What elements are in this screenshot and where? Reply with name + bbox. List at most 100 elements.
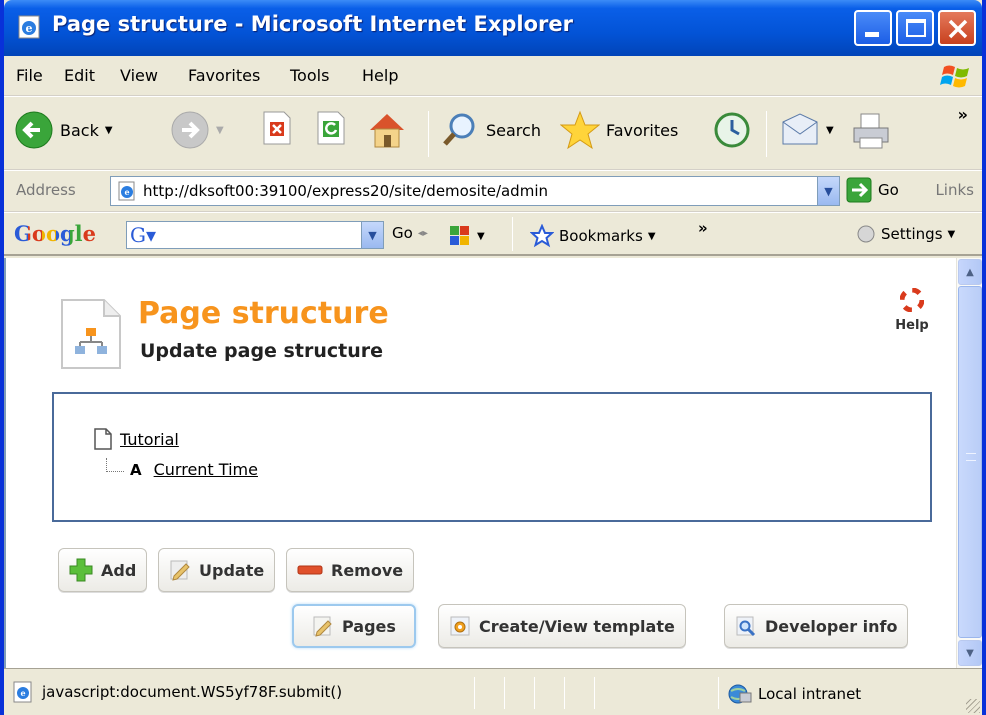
stop-button[interactable] bbox=[260, 110, 294, 146]
menu-edit[interactable]: Edit bbox=[64, 66, 95, 85]
search-button[interactable]: Search bbox=[440, 110, 541, 150]
scroll-down-button[interactable]: ▼ bbox=[958, 640, 982, 666]
resize-grip[interactable] bbox=[966, 699, 980, 713]
close-icon bbox=[948, 19, 968, 39]
page-viewport: Page structure Update page structure Hel… bbox=[4, 258, 982, 668]
tree-connector bbox=[106, 458, 124, 472]
developer-label: Developer info bbox=[765, 616, 898, 636]
status-bar: e javascript:document.WS5yf78F.submit() … bbox=[4, 668, 982, 715]
menu-file[interactable]: File bbox=[16, 66, 43, 85]
chevron-down-icon: ▼ bbox=[947, 228, 956, 240]
window-title: Page structure - Microsoft Internet Expl… bbox=[52, 12, 573, 36]
help-button[interactable]: Help bbox=[890, 287, 934, 333]
chevron-down-icon[interactable]: ▼ bbox=[826, 125, 834, 136]
bookmarks-button[interactable]: Bookmarks ▼ bbox=[530, 224, 656, 248]
help-label: Help bbox=[895, 318, 929, 333]
template-label: Create/View template bbox=[479, 616, 675, 636]
refresh-icon bbox=[317, 111, 345, 145]
page-title: Page structure bbox=[138, 296, 389, 331]
pencil-page-icon bbox=[313, 616, 332, 637]
title-bar[interactable]: e Page structure - Microsoft Internet Ex… bbox=[4, 0, 982, 56]
svg-text:e: e bbox=[26, 22, 33, 35]
history-icon bbox=[714, 112, 750, 148]
back-arrow-icon bbox=[15, 111, 53, 149]
settings-button[interactable]: Settings ▼ bbox=[856, 224, 955, 244]
history-button[interactable] bbox=[712, 110, 752, 150]
page-subtitle: Update page structure bbox=[140, 340, 383, 362]
add-button[interactable]: Add bbox=[58, 548, 148, 592]
remove-label: Remove bbox=[331, 560, 404, 580]
refresh-button[interactable] bbox=[314, 110, 348, 146]
google-dropdown-button[interactable]: ▼ bbox=[361, 222, 383, 248]
settings-label: Settings bbox=[881, 225, 943, 243]
chevron-down-icon[interactable]: ▼ bbox=[216, 125, 224, 136]
maximize-icon bbox=[906, 19, 926, 37]
minimize-icon bbox=[865, 32, 879, 37]
plus-icon bbox=[69, 558, 93, 582]
google-search-input[interactable]: G▾ ▼ bbox=[126, 221, 384, 249]
search-label: Search bbox=[486, 120, 541, 140]
menu-help[interactable]: Help bbox=[362, 66, 398, 85]
address-label: Address bbox=[16, 181, 76, 199]
tree-node-root-link[interactable]: Tutorial bbox=[120, 430, 179, 449]
google-go-button[interactable]: Go ◂▸ bbox=[392, 224, 428, 242]
address-url: http://dksoft00:39100/express20/site/dem… bbox=[143, 182, 548, 200]
back-label: Back bbox=[60, 120, 99, 140]
menu-view[interactable]: View bbox=[120, 66, 158, 85]
scroll-up-button[interactable]: ▲ bbox=[958, 259, 982, 285]
security-zone[interactable]: Local intranet bbox=[726, 683, 861, 705]
forward-button[interactable]: ▼ bbox=[170, 110, 224, 150]
text-element-icon: A bbox=[130, 460, 142, 479]
windows-logo-icon bbox=[940, 65, 969, 88]
address-bar: Address e http://dksoft00:39100/express2… bbox=[4, 170, 982, 212]
chevron-down-icon: ▼ bbox=[824, 184, 833, 198]
tree-node-root[interactable]: Tutorial bbox=[94, 428, 179, 450]
close-button[interactable] bbox=[938, 10, 976, 46]
tree-node-child[interactable]: A Current Time bbox=[130, 460, 258, 479]
toolbar-separator bbox=[512, 217, 513, 251]
scrollbar-thumb[interactable] bbox=[958, 286, 982, 638]
back-button[interactable]: Back ▼ bbox=[14, 110, 113, 150]
tree-node-child-link[interactable]: Current Time bbox=[154, 460, 258, 479]
page-ie-icon: e bbox=[13, 681, 32, 703]
home-button[interactable] bbox=[366, 110, 408, 150]
chevron-down-icon[interactable]: ▼ bbox=[105, 125, 113, 136]
pages-button[interactable]: Pages bbox=[292, 604, 416, 648]
maximize-button[interactable] bbox=[896, 10, 934, 46]
vertical-scrollbar[interactable]: ▲ ▼ bbox=[956, 258, 982, 668]
menu-favorites[interactable]: Favorites bbox=[188, 66, 260, 85]
zone-label: Local intranet bbox=[758, 685, 862, 703]
add-label: Add bbox=[101, 560, 137, 580]
pagerank-button[interactable]: ▼ bbox=[448, 224, 485, 248]
mail-button[interactable]: ▼ bbox=[780, 110, 834, 150]
address-input[interactable]: e http://dksoft00:39100/express20/site/d… bbox=[110, 176, 840, 206]
developer-info-button[interactable]: Developer info bbox=[724, 604, 909, 648]
arrows-icon: ◂▸ bbox=[417, 227, 428, 239]
chevron-down-icon: ▼ bbox=[477, 230, 485, 242]
toolbar-separator bbox=[428, 111, 429, 157]
google-go-label: Go bbox=[392, 224, 413, 242]
chevron-down-icon: ▼ bbox=[647, 230, 656, 242]
links-button[interactable]: Links bbox=[935, 181, 974, 199]
update-label: Update bbox=[199, 560, 265, 580]
standard-toolbar: Back ▼ ▼ Search Favorites ▼ » bbox=[4, 96, 982, 170]
remove-button[interactable]: Remove bbox=[286, 548, 415, 592]
toolbar-separator bbox=[766, 111, 767, 157]
print-button[interactable] bbox=[850, 110, 892, 152]
page-tree: Tutorial A Current Time bbox=[52, 392, 932, 522]
home-icon bbox=[370, 114, 404, 148]
printer-icon bbox=[853, 113, 889, 149]
go-button[interactable]: Go bbox=[846, 177, 899, 203]
favorites-label: Favorites bbox=[606, 120, 679, 140]
toolbar-more-button[interactable]: » bbox=[958, 105, 968, 124]
update-button[interactable]: Update bbox=[158, 548, 276, 592]
create-view-template-button[interactable]: Create/View template bbox=[438, 604, 686, 648]
minus-icon bbox=[297, 565, 323, 575]
status-divider bbox=[504, 677, 505, 709]
minimize-button[interactable] bbox=[854, 10, 892, 46]
favorites-button[interactable]: Favorites bbox=[560, 110, 678, 150]
bookmarks-label: Bookmarks bbox=[559, 227, 643, 245]
google-more-button[interactable]: » bbox=[698, 219, 708, 237]
menu-tools[interactable]: Tools bbox=[290, 66, 329, 85]
address-dropdown-button[interactable]: ▼ bbox=[817, 177, 839, 205]
